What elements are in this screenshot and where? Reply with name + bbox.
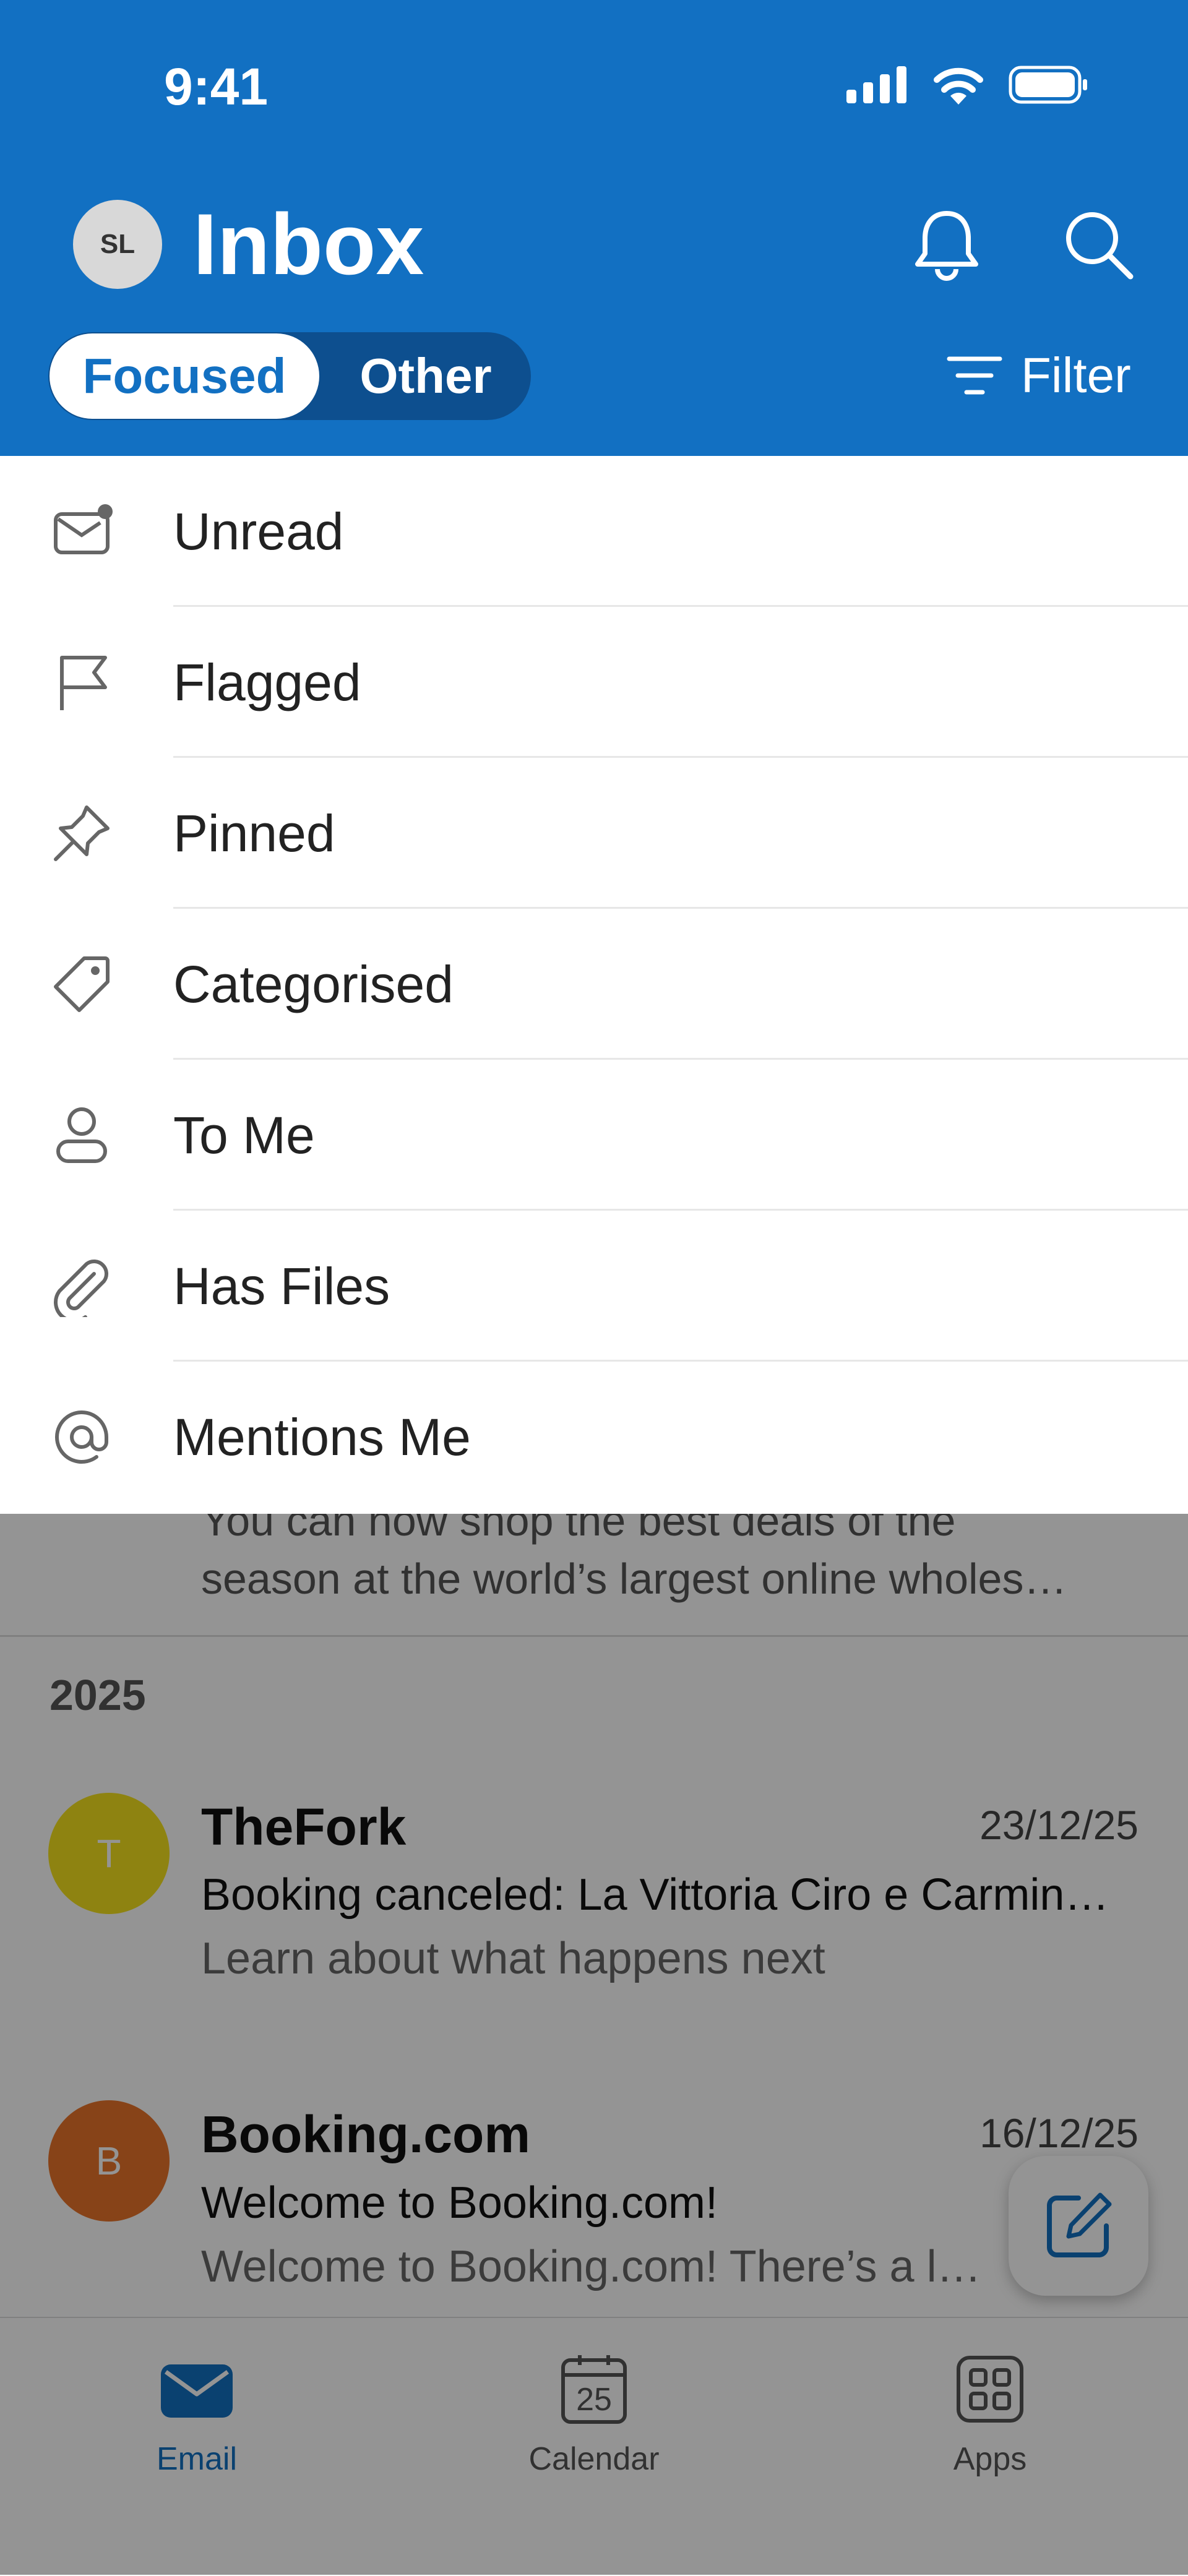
tab-focused[interactable]: Focused xyxy=(50,333,319,419)
divider xyxy=(0,1635,1188,1637)
filter-option-has-files[interactable]: Has Files xyxy=(0,1211,1188,1362)
tab-email-label: Email xyxy=(156,2441,238,2477)
bottom-tab-bar: Email 25 Calendar Apps xyxy=(0,2317,1188,2576)
tab-apps-label: Apps xyxy=(953,2441,1027,2477)
tab-other[interactable]: Other xyxy=(321,332,531,420)
filter-option-flagged[interactable]: Flagged xyxy=(0,607,1188,758)
tab-apps[interactable]: Apps xyxy=(897,2349,1083,2478)
message-subject[interactable]: Booking canceled: La Vittoria Ciro e Car… xyxy=(201,1870,1135,1920)
section-header-year: 2025 xyxy=(50,1671,146,1719)
sender-avatar: B xyxy=(48,2100,170,2222)
wifi-icon xyxy=(934,67,983,105)
tab-calendar-label: Calendar xyxy=(528,2441,660,2477)
filter-option-label: Has Files xyxy=(173,1256,390,1315)
message-date: 23/12/25 xyxy=(979,1802,1138,1848)
mail-icon xyxy=(161,2364,233,2418)
account-avatar[interactable]: SL xyxy=(73,200,162,289)
filter-option-pinned[interactable]: Pinned xyxy=(0,758,1188,909)
message-snippet: Learn about what happens next xyxy=(201,1934,825,1983)
message-subject[interactable]: Welcome to Booking.com! xyxy=(201,2178,1135,2228)
filter-option-label: Unread xyxy=(173,502,344,560)
filter-option-label: Categorised xyxy=(173,955,454,1013)
tag-icon xyxy=(54,956,110,1012)
at-icon xyxy=(55,1410,108,1464)
apps-grid-icon xyxy=(957,2356,1023,2423)
compose-icon xyxy=(1047,2192,1112,2257)
message-sender[interactable]: TheFork xyxy=(201,1797,406,1857)
status-time: 9:41 xyxy=(164,58,269,116)
page-title: Inbox xyxy=(193,195,424,293)
notifications-button[interactable] xyxy=(913,207,981,285)
flag-icon xyxy=(60,656,107,710)
partial-preview-line: season at the world’s largest online who… xyxy=(201,1555,1067,1603)
tab-calendar[interactable]: 25 Calendar xyxy=(501,2349,687,2478)
person-icon xyxy=(56,1107,107,1163)
filter-label: Filter xyxy=(1021,348,1131,403)
filter-option-label: To Me xyxy=(173,1106,315,1164)
paperclip-icon xyxy=(54,1260,108,1317)
compose-button[interactable] xyxy=(1009,2156,1148,2296)
calendar-day: 25 xyxy=(576,2382,612,2418)
search-icon xyxy=(1066,212,1134,280)
inbox-header: 9:41 SL Inbox Focused Other Filter xyxy=(0,0,1188,456)
filter-icon xyxy=(947,356,1002,395)
filter-option-categorised[interactable]: Categorised xyxy=(0,909,1188,1060)
signal-icon xyxy=(846,66,906,103)
unread-mail-icon xyxy=(54,504,113,554)
battery-icon xyxy=(1009,66,1087,104)
filter-option-label: Mentions Me xyxy=(173,1407,471,1466)
message-sender[interactable]: Booking.com xyxy=(201,2105,530,2165)
filter-option-mentions-me[interactable]: Mentions Me xyxy=(0,1362,1188,1513)
bell-icon xyxy=(915,211,978,281)
pin-icon xyxy=(54,805,110,861)
tab-email[interactable]: Email xyxy=(104,2349,290,2478)
message-date: 16/12/25 xyxy=(979,2110,1138,2156)
filter-option-label: Pinned xyxy=(173,804,335,862)
filter-option-label: Flagged xyxy=(173,653,361,711)
filter-menu: Unread Flagged Pinned Categorised To Me … xyxy=(0,456,1188,1514)
inbox-segmented-control: Focused Other xyxy=(48,332,531,420)
filter-option-to-me[interactable]: To Me xyxy=(0,1060,1188,1211)
filter-button[interactable]: Filter xyxy=(947,345,1131,406)
sender-avatar: T xyxy=(48,1793,170,1914)
search-button[interactable] xyxy=(1061,207,1135,285)
filter-option-unread[interactable]: Unread xyxy=(0,456,1188,607)
message-snippet: Welcome to Booking.com! There’s a lot of xyxy=(201,2242,1005,2291)
status-icons xyxy=(846,65,1089,105)
